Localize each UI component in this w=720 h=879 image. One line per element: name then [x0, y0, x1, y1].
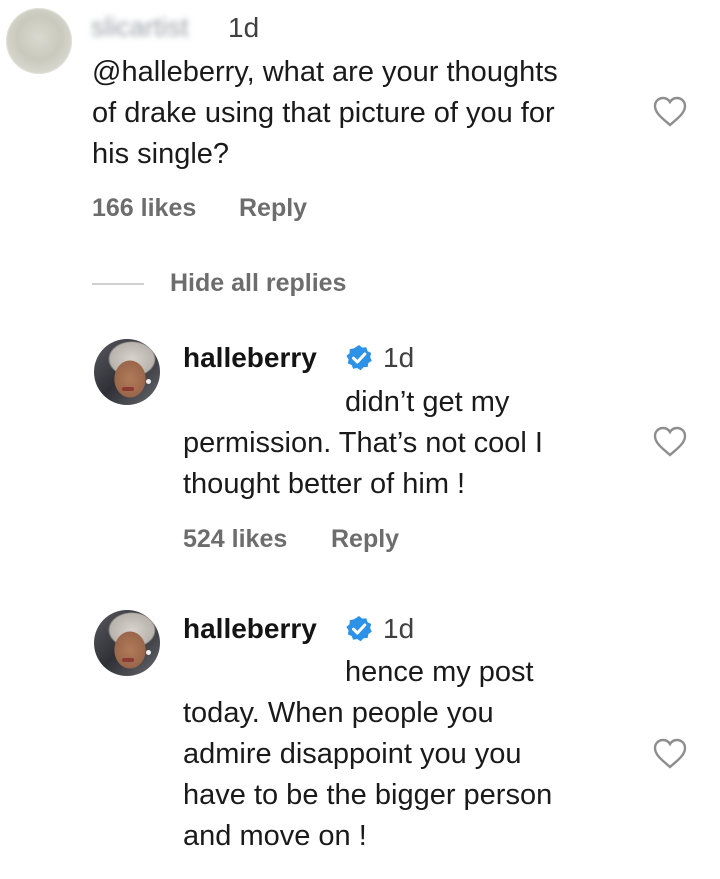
reply-text: didn’t get my — [345, 386, 510, 418]
replies-divider — [92, 283, 144, 285]
avatar[interactable] — [94, 610, 160, 676]
reply-button[interactable]: Reply — [331, 524, 399, 554]
heart-outline-icon[interactable] — [653, 738, 687, 770]
reply-text: today. When people you — [183, 697, 494, 729]
reply-text: have to be the bigger person — [183, 779, 553, 811]
username[interactable]: halleberry — [183, 342, 317, 374]
heart-outline-icon[interactable] — [653, 426, 687, 458]
avatar[interactable] — [6, 8, 72, 74]
verified-badge-icon — [346, 616, 372, 642]
timestamp: 1d — [228, 12, 260, 43]
timestamp: 1d — [383, 613, 415, 644]
comment-text: his single? — [92, 138, 230, 170]
avatar[interactable] — [94, 339, 160, 405]
hide-replies-button[interactable]: Hide all replies — [170, 268, 346, 298]
comment-text: of drake using that picture of you for — [92, 97, 555, 129]
comment-text: @halleberry, what are your thoughts — [92, 56, 558, 88]
reply-text: permission. That’s not cool I — [183, 427, 543, 459]
timestamp: 1d — [383, 342, 415, 373]
likes-count[interactable]: 524 likes — [183, 524, 287, 554]
username[interactable]: slicartist — [91, 12, 227, 42]
reply-text: thought better of him ! — [183, 468, 466, 500]
reply-button[interactable]: Reply — [239, 193, 307, 223]
reply-text: and move on ! — [183, 820, 367, 852]
username[interactable]: halleberry — [183, 613, 317, 645]
verified-badge-icon — [346, 345, 372, 371]
heart-outline-icon[interactable] — [653, 96, 687, 128]
reply-text: hence my post — [345, 656, 534, 688]
likes-count[interactable]: 166 likes — [92, 193, 196, 223]
reply-text: admire disappoint you you — [183, 738, 522, 770]
